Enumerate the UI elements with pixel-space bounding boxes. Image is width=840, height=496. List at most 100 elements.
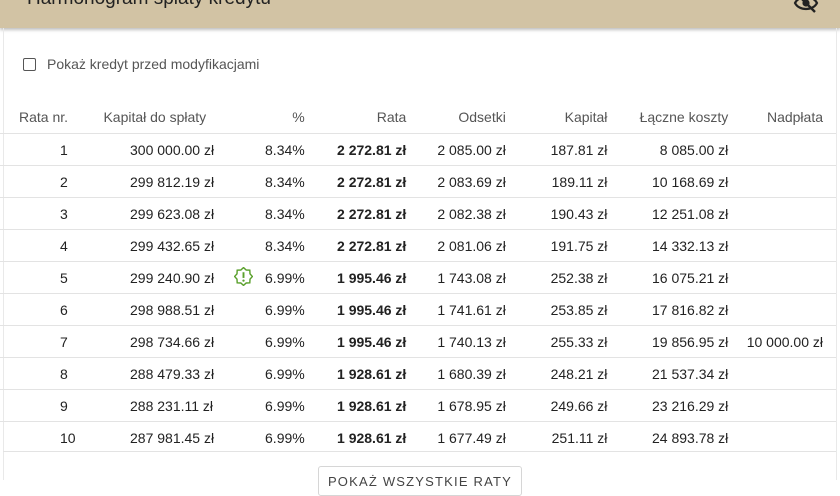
header-bar: Harmonogram spłaty kredytu <box>0 0 840 28</box>
cell-capital: 249.66 zł <box>505 389 608 422</box>
rate-change-alert-icon[interactable] <box>234 267 253 286</box>
cell-overpayment <box>728 389 836 422</box>
cell-interest: 1 677.49 zł <box>406 421 506 453</box>
cell-overpayment <box>728 293 836 326</box>
cell-overpayment <box>728 261 836 294</box>
cell-overpayment <box>728 421 836 453</box>
cell-percent: 8.34% <box>206 133 305 166</box>
table-header-row: Rata nr. Kapitał do spłaty % Rata Odsetk… <box>0 100 836 134</box>
cell-interest: 2 083.69 zł <box>406 165 506 198</box>
cell-nr: 1 <box>0 133 131 166</box>
cell-capital: 255.33 zł <box>505 325 608 358</box>
cell-total-cost: 23 216.29 zł <box>607 389 729 422</box>
cell-installment: 1 928.61 zł <box>304 421 407 453</box>
cell-percent: 6.99% <box>206 261 305 294</box>
table-row: 2 299 812.19 zł 8.34% 2 272.81 zł 2 083.69 z… <box>0 165 836 198</box>
cell-installment: 1 995.46 zł <box>304 261 407 294</box>
cell-installment: 2 272.81 zł <box>304 165 407 198</box>
interest-rate-value: 8.34% <box>265 205 305 222</box>
cell-installment: 1 928.61 zł <box>304 357 407 390</box>
cell-total-cost: 17 816.82 zł <box>607 293 729 326</box>
checkbox-box[interactable] <box>23 57 36 71</box>
cell-total-cost: 14 332.13 zł <box>607 229 729 262</box>
cell-nr: 7 <box>0 325 131 358</box>
cell-capital: 252.38 zł <box>505 261 608 294</box>
cell-total-cost: 12 251.08 zł <box>607 197 729 230</box>
cell-installment: 1 928.61 zł <box>304 389 407 422</box>
cell-capital: 248.21 zł <box>505 357 608 390</box>
cell-interest: 2 082.38 zł <box>406 197 506 230</box>
cell-nr: 6 <box>0 293 131 326</box>
cell-percent: 8.34% <box>206 197 305 230</box>
table-row: 6 298 988.51 zł 6.99% 1 995.46 zł 1 741.61 z… <box>0 293 836 326</box>
cell-percent: 8.34% <box>206 165 305 198</box>
cell-capital: 191.75 zł <box>505 229 608 262</box>
cell-installment: 1 995.46 zł <box>304 293 407 326</box>
page-title: Harmonogram spłaty kredytu <box>27 0 271 11</box>
column-header: Nadpłata <box>766 108 823 125</box>
table-bottom-border <box>3 451 836 452</box>
cell-overpayment: 10 000.00 zł <box>728 325 836 358</box>
cell-installment: 1 995.46 zł <box>304 325 407 358</box>
cell-total-cost: 8 085.00 zł <box>607 133 729 166</box>
cell-total-cost: 24 893.78 zł <box>607 421 729 453</box>
cell-overpayment <box>728 357 836 390</box>
table-row: 4 299 432.65 zł 8.34% 2 272.81 zł 2 081.06 z… <box>0 229 836 262</box>
interest-rate-value: 6.99% <box>265 269 305 286</box>
cell-capital: 190.43 zł <box>505 197 608 230</box>
cell-percent: 6.99% <box>206 421 305 453</box>
cell-installment: 2 272.81 zł <box>304 133 407 166</box>
table-row: 9 288 231.11 zł 6.99% 1 928.61 zł 1 678.95 z… <box>0 389 836 422</box>
cell-remaining: 299 432.65 zł <box>130 229 214 262</box>
interest-rate-value: 8.34% <box>265 173 305 190</box>
cell-remaining: 299 623.08 zł <box>130 197 214 230</box>
cell-capital: 187.81 zł <box>505 133 608 166</box>
column-header: Rata <box>376 108 407 125</box>
cell-remaining: 300 000.00 zł <box>130 133 214 166</box>
column-header: Odsetki <box>458 108 506 125</box>
cell-interest: 1 743.08 zł <box>406 261 506 294</box>
cell-remaining: 298 734.66 zł <box>130 325 214 358</box>
cell-remaining: 299 240.90 zł <box>130 261 214 294</box>
cell-remaining: 299 812.19 zł <box>130 165 214 198</box>
column-header: Kapitał do spłaty <box>103 109 207 125</box>
cell-nr: 9 <box>0 389 131 422</box>
interest-rate-value: 6.99% <box>265 365 305 382</box>
cell-total-cost: 10 168.69 zł <box>607 165 729 198</box>
interest-rate-value: 8.34% <box>265 141 305 158</box>
cell-capital: 253.85 zł <box>505 293 608 326</box>
cell-percent: 6.99% <box>206 389 305 422</box>
cell-remaining: 288 479.33 zł <box>130 357 214 390</box>
cell-percent: 6.99% <box>206 357 305 390</box>
cell-interest: 2 081.06 zł <box>406 229 506 262</box>
cell-interest: 1 680.39 zł <box>406 357 506 390</box>
eye-off-icon[interactable] <box>793 0 819 14</box>
cell-overpayment <box>728 197 836 230</box>
card-edge-right <box>836 28 837 480</box>
cell-nr: 8 <box>0 357 131 390</box>
cell-installment: 2 272.81 zł <box>304 229 407 262</box>
show-original-loan-checkbox[interactable]: Pokaż kredyt przed modyfikacjami <box>23 54 259 74</box>
show-all-installments-button[interactable]: POKAŻ WSZYSTKIE RATY <box>318 466 522 496</box>
table-row: 1 300 000.00 zł 8.34% 2 272.81 zł 2 085.00 z… <box>0 133 836 166</box>
checkbox-label: Pokaż kredyt przed modyfikacjami <box>47 56 260 72</box>
column-header: % <box>292 108 305 125</box>
installment-schedule-table: Rata nr. Kapitał do spłaty % Rata Odsetk… <box>0 100 836 453</box>
table-row: 5 299 240.90 zł 6.99% 1 995.46 zł 1 743.08 z… <box>0 261 836 294</box>
cell-percent: 8.34% <box>206 229 305 262</box>
cell-installment: 2 272.81 zł <box>304 197 407 230</box>
cell-interest: 1 678.95 zł <box>406 389 506 422</box>
cell-total-cost: 16 075.21 zł <box>607 261 729 294</box>
cell-remaining: 298 988.51 zł <box>130 293 214 326</box>
interest-rate-value: 6.99% <box>265 429 305 446</box>
cell-percent: 6.99% <box>206 293 305 326</box>
cell-nr: 10 <box>0 421 131 453</box>
cell-overpayment <box>728 133 836 166</box>
cell-interest: 1 740.13 zł <box>406 325 506 358</box>
cell-capital: 189.11 zł <box>505 165 608 198</box>
cell-remaining: 288 231.11 zł <box>130 389 213 422</box>
cell-nr: 4 <box>0 229 131 262</box>
cell-remaining: 287 981.45 zł <box>130 421 214 453</box>
interest-rate-value: 6.99% <box>265 333 305 350</box>
interest-rate-value: 6.99% <box>265 397 305 414</box>
